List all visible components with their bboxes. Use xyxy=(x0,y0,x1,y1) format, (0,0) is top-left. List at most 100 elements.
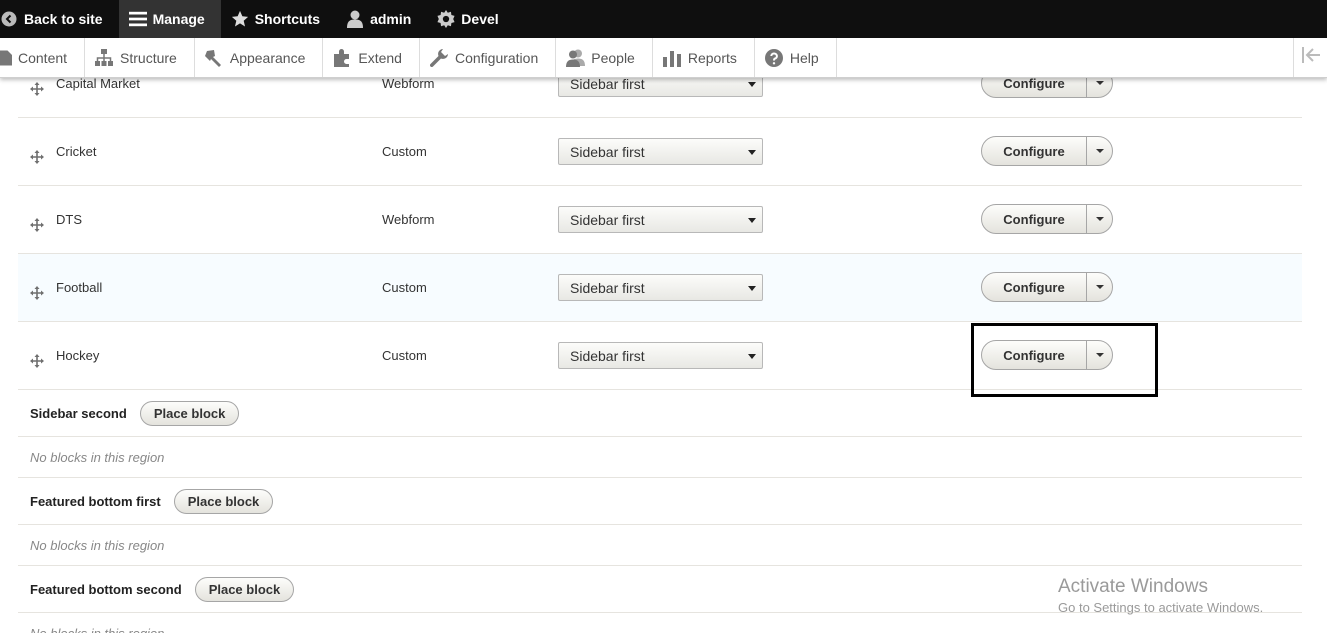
tray-item-label: Appearance xyxy=(229,49,306,66)
collapse-icon xyxy=(1301,47,1321,68)
admin-tray: Content Structure Appearance Extend Conf… xyxy=(0,38,1327,78)
drag-handle-icon[interactable] xyxy=(30,150,44,164)
region-select[interactable]: Sidebar first xyxy=(558,206,763,233)
block-category: Custom xyxy=(382,348,427,363)
admin-toolbar: Back to site Manage Shortcuts admin Deve… xyxy=(0,0,1327,38)
star-icon xyxy=(231,10,249,28)
tray-item-reports[interactable]: Reports xyxy=(653,38,755,77)
caret-down-icon xyxy=(1095,285,1104,289)
help-icon xyxy=(764,48,784,68)
block-name: Capital Market xyxy=(56,76,140,91)
configure-button[interactable]: Configure xyxy=(982,273,1086,301)
shortcuts-tab[interactable]: Shortcuts xyxy=(221,0,336,38)
region-select-value: Sidebar first xyxy=(570,347,645,364)
configure-button[interactable]: Configure xyxy=(982,137,1086,165)
chevron-down-icon xyxy=(748,286,756,291)
caret-down-icon xyxy=(1095,81,1104,85)
configure-dropbutton: Configure xyxy=(981,136,1113,166)
file-icon xyxy=(0,48,12,68)
table-row: Cricket Custom Sidebar first Configure xyxy=(18,118,1302,186)
region-select-value: Sidebar first xyxy=(570,279,645,296)
chevron-down-icon xyxy=(748,150,756,155)
tray-item-configuration[interactable]: Configuration xyxy=(420,38,557,77)
back-arrow-icon xyxy=(0,10,18,28)
empty-region-message: No blocks in this region xyxy=(18,525,1302,566)
wrench-icon xyxy=(429,48,449,68)
activate-windows-watermark: Activate Windows Go to Settings to activ… xyxy=(1058,576,1263,615)
tray-item-structure[interactable]: Structure xyxy=(85,38,195,77)
manage-label: Manage xyxy=(152,11,205,27)
tray-item-label: Structure xyxy=(120,49,177,66)
region-select[interactable]: Sidebar first xyxy=(558,274,763,301)
drag-handle-icon[interactable] xyxy=(30,82,44,96)
hamburger-icon xyxy=(128,10,147,28)
dropbutton-toggle[interactable] xyxy=(1086,137,1112,165)
watermark-title: Activate Windows xyxy=(1058,576,1208,597)
tray-item-label: Configuration xyxy=(454,49,539,66)
block-category: Webform xyxy=(382,212,435,227)
user-label: admin xyxy=(370,11,412,27)
tray-item-appearance[interactable]: Appearance xyxy=(195,38,324,77)
place-block-button[interactable]: Place block xyxy=(173,488,274,514)
table-row: Football Custom Sidebar first Configure xyxy=(18,254,1302,322)
region-select[interactable]: Sidebar first xyxy=(558,138,763,165)
place-block-button[interactable]: Place block xyxy=(139,400,240,426)
tray-item-label: Reports xyxy=(687,49,737,66)
block-category: Custom xyxy=(382,280,427,295)
chevron-down-icon xyxy=(748,354,756,359)
configure-button[interactable]: Configure xyxy=(982,205,1086,233)
table-row: DTS Webform Sidebar first Configure xyxy=(18,186,1302,254)
tray-orientation-toggle[interactable] xyxy=(1293,38,1327,77)
configure-dropbutton: Configure xyxy=(981,204,1113,234)
paintbrush-icon xyxy=(204,48,224,68)
back-to-site-link[interactable]: Back to site xyxy=(0,0,119,38)
region-header-sidebar-second: Sidebar second Place block xyxy=(18,390,1302,437)
block-category: Custom xyxy=(382,144,427,159)
dropbutton-toggle[interactable] xyxy=(1086,273,1112,301)
chevron-down-icon xyxy=(748,82,756,87)
bar-chart-icon xyxy=(662,48,682,68)
drag-handle-icon[interactable] xyxy=(30,218,44,232)
drag-handle-icon[interactable] xyxy=(30,354,44,368)
region-select[interactable]: Sidebar first xyxy=(558,342,763,369)
puzzle-icon xyxy=(332,48,352,68)
tray-item-label: Help xyxy=(789,49,819,66)
dropbutton-toggle[interactable] xyxy=(1086,205,1112,233)
gear-icon xyxy=(437,10,455,28)
devel-label: Devel xyxy=(461,11,499,27)
tray-item-help[interactable]: Help xyxy=(755,38,837,77)
structure-icon xyxy=(94,48,114,68)
chevron-down-icon xyxy=(748,218,756,223)
tray-item-extend[interactable]: Extend xyxy=(323,38,420,77)
region-title: Featured bottom second xyxy=(30,581,182,597)
block-category: Webform xyxy=(382,76,435,91)
tray-item-content[interactable]: Content xyxy=(0,38,86,77)
region-select-value: Sidebar first xyxy=(570,211,645,228)
highlight-box xyxy=(971,323,1158,397)
shortcuts-label: Shortcuts xyxy=(254,11,321,27)
block-name: Football xyxy=(56,280,103,295)
devel-tab[interactable]: Devel xyxy=(427,0,514,38)
manage-tab[interactable]: Manage xyxy=(118,0,221,38)
empty-region-message: No blocks in this region xyxy=(18,437,1302,478)
user-tab[interactable]: admin xyxy=(336,0,427,38)
people-icon xyxy=(565,48,586,68)
caret-down-icon xyxy=(1095,149,1104,153)
drag-handle-icon[interactable] xyxy=(30,286,44,300)
region-title: Featured bottom first xyxy=(30,493,161,509)
block-name: DTS xyxy=(56,212,82,227)
watermark-subtitle: Go to Settings to activate Windows. xyxy=(1058,600,1264,615)
tray-item-label: People xyxy=(591,49,635,66)
user-icon xyxy=(346,10,364,28)
tray-item-label: Content xyxy=(18,49,68,66)
place-block-button[interactable]: Place block xyxy=(194,576,295,602)
tray-item-label: Extend xyxy=(358,49,402,66)
configure-dropbutton: Configure xyxy=(981,272,1113,302)
caret-down-icon xyxy=(1095,217,1104,221)
block-name: Hockey xyxy=(56,348,100,363)
empty-region-message: No blocks in this region xyxy=(18,613,1302,633)
tray-item-people[interactable]: People xyxy=(556,38,653,77)
region-title: Sidebar second xyxy=(30,405,127,421)
region-header-featured-bottom-first: Featured bottom first Place block xyxy=(18,478,1302,525)
region-select-value: Sidebar first xyxy=(570,143,645,160)
